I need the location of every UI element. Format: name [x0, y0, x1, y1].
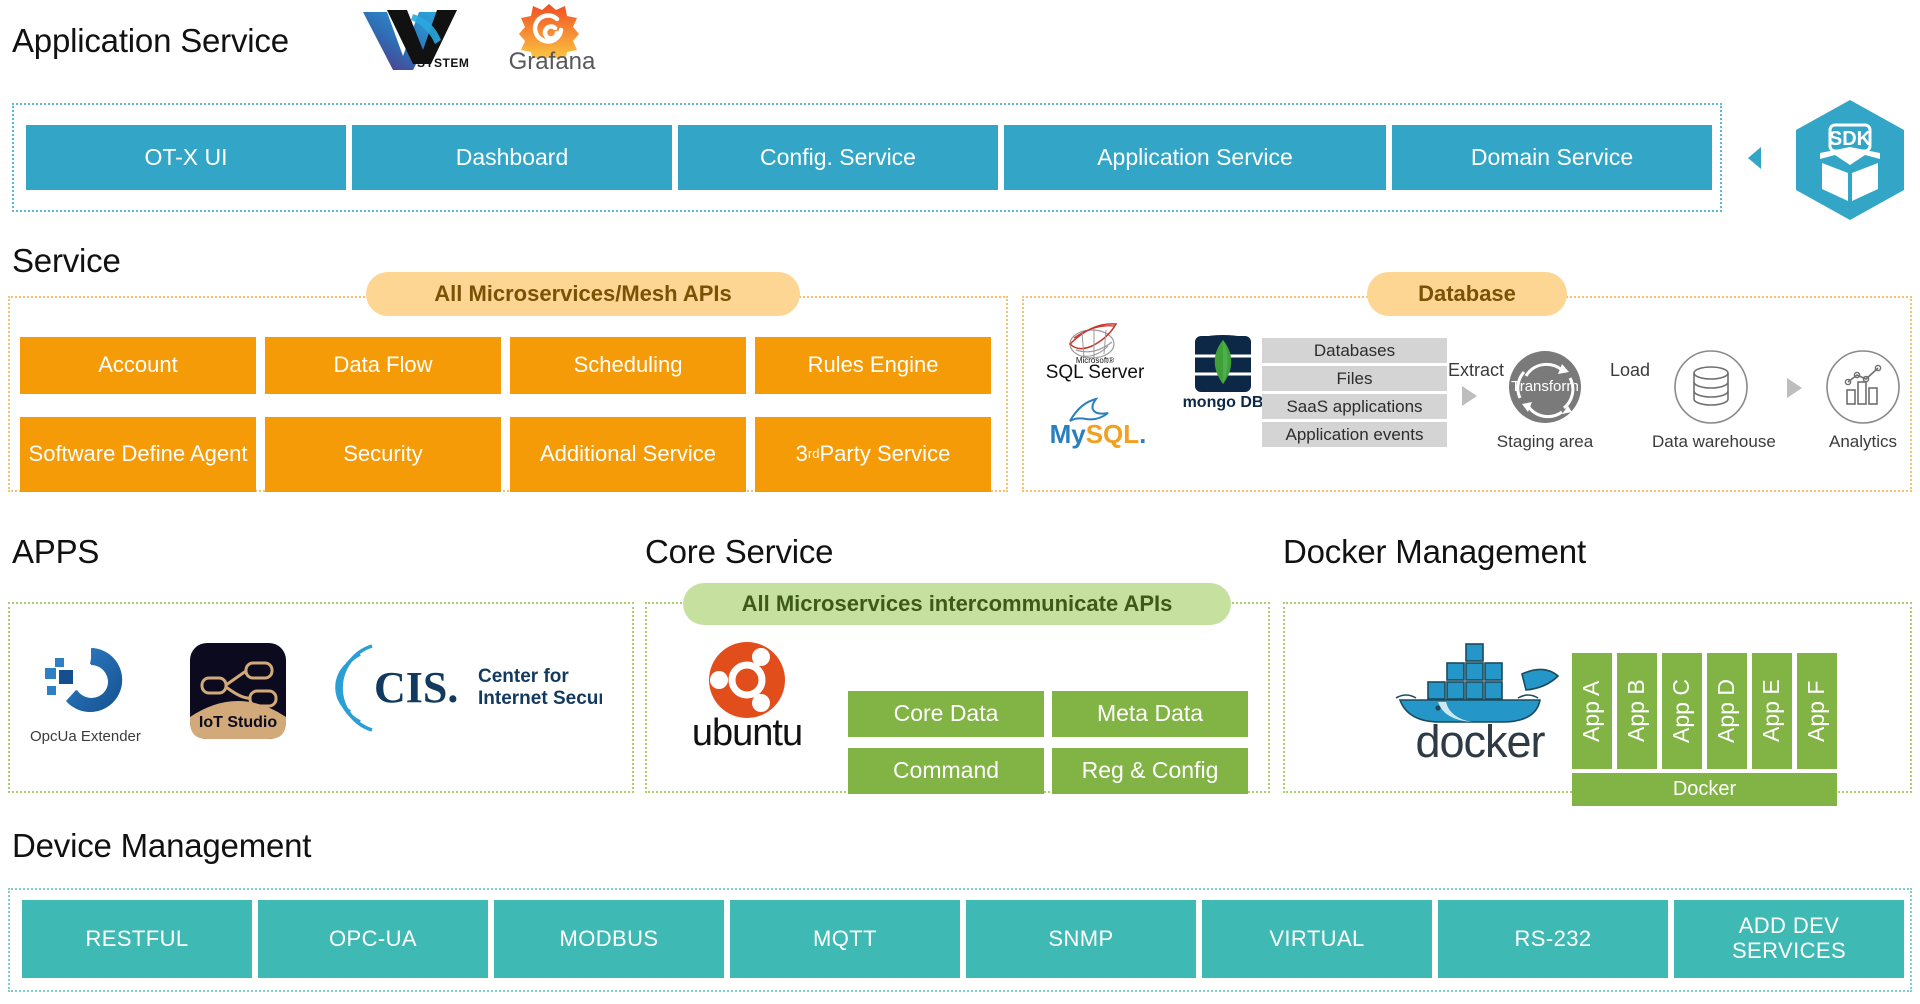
third-party-suffix: Party Service: [819, 441, 951, 467]
service-tile-data-flow[interactable]: Data Flow: [265, 337, 501, 394]
device-management-title: Device Management: [12, 827, 312, 864]
application-service-title: Application Service: [12, 22, 289, 59]
docker-app-c[interactable]: App C: [1662, 653, 1702, 769]
ubuntu-logo: ubuntu: [672, 638, 822, 758]
docker-management-title: Docker Management: [1283, 533, 1586, 570]
add-dev-line2: SERVICES: [1731, 938, 1847, 963]
service-tile-security[interactable]: Security: [265, 417, 501, 492]
grafana-logo-label: Grafana: [508, 48, 596, 75]
service-tile-account[interactable]: Account: [20, 337, 256, 394]
app-tile-application-service[interactable]: Application Service: [1004, 125, 1386, 190]
core-service-pill: All Microservices intercommunicate APIs: [683, 583, 1231, 625]
docker-app-e[interactable]: App E: [1752, 653, 1792, 769]
db-source-databases: Databases: [1262, 338, 1447, 363]
device-tile-modbus[interactable]: MODBUS: [494, 900, 724, 978]
add-dev-line1: ADD DEV: [1738, 913, 1840, 939]
sdk-arrow-icon: [1748, 147, 1761, 169]
service-tile-software-define-agent[interactable]: Software Define Agent: [20, 417, 256, 492]
service-title: Service: [12, 242, 121, 279]
staging-area-icon: Transform: [1506, 348, 1584, 426]
docker-app-f[interactable]: App F: [1797, 653, 1837, 769]
app-tile-config-service[interactable]: Config. Service: [678, 125, 998, 190]
vv-system-logo: SYSTEM: [357, 4, 470, 76]
cis-line2: Internet Security®: [478, 688, 602, 709]
transform-label: Transform: [1511, 378, 1579, 395]
third-party-prefix: 3: [795, 441, 808, 467]
architecture-diagram: Application Service SYSTEM Grafana OT-X …: [0, 0, 1920, 1004]
iot-studio-caption: IoT Studio: [199, 714, 277, 731]
db-source-saas-applications: SaaS applications: [1262, 394, 1447, 419]
database-pill: Database: [1367, 272, 1567, 316]
staging-area-caption: Staging area: [1496, 432, 1594, 451]
db-source-files: Files: [1262, 366, 1447, 391]
mysql-label: MySQL.: [1049, 419, 1147, 449]
cis-line1: Center for: [478, 666, 569, 687]
vv-system-logo-label: SYSTEM: [417, 56, 470, 70]
db-source-application-events: Application events: [1262, 422, 1447, 447]
docker-logo: docker: [1380, 632, 1580, 772]
device-tile-opc-ua[interactable]: OPC-UA: [258, 900, 488, 978]
etl-arrow-2-icon: [1787, 378, 1802, 398]
etl-load-label: Load: [1610, 360, 1651, 380]
service-tile-rules-engine[interactable]: Rules Engine: [755, 337, 991, 394]
cis-abbr: CIS.: [374, 663, 458, 712]
mysql-logo: MySQL.: [1046, 395, 1150, 455]
microsoft-sql-server-logo: Microsoft® SQL Server: [1040, 318, 1150, 390]
opcua-extender-logo[interactable]: OpcUa Extender: [30, 640, 141, 752]
device-tile-add-dev-services[interactable]: ADD DEV SERVICES: [1674, 900, 1904, 978]
device-tile-rs-232[interactable]: RS-232: [1438, 900, 1668, 978]
service-pill: All Microservices/Mesh APIs: [366, 272, 800, 316]
analytics-caption: Analytics: [1828, 432, 1898, 451]
ubuntu-label: ubuntu: [691, 712, 803, 754]
core-tile-command[interactable]: Command: [848, 748, 1044, 794]
docker-base-bar[interactable]: Docker: [1572, 773, 1837, 806]
docker-app-b[interactable]: App B: [1617, 653, 1657, 769]
service-tile-additional-service[interactable]: Additional Service: [510, 417, 746, 492]
etl-arrow-1-icon: [1462, 386, 1477, 406]
service-tile-scheduling[interactable]: Scheduling: [510, 337, 746, 394]
service-tile-3rd-party-service[interactable]: 3rd Party Service: [755, 417, 991, 492]
core-tile-core-data[interactable]: Core Data: [848, 691, 1044, 737]
device-tile-virtual[interactable]: VIRTUAL: [1202, 900, 1432, 978]
core-tile-reg-config[interactable]: Reg & Config: [1052, 748, 1248, 794]
docker-label: docker: [1415, 716, 1545, 767]
opcua-extender-caption: OpcUa Extender: [30, 728, 141, 745]
device-tile-restful[interactable]: RESTFUL: [22, 900, 252, 978]
device-tile-mqtt[interactable]: MQTT: [730, 900, 960, 978]
apps-title: APPS: [12, 533, 100, 570]
data-warehouse-icon: [1672, 348, 1750, 426]
docker-app-a[interactable]: App A: [1572, 653, 1612, 769]
analytics-icon: [1824, 348, 1902, 426]
app-tile-dashboard[interactable]: Dashboard: [352, 125, 672, 190]
sdk-badge-label: SDK: [1829, 128, 1872, 150]
third-party-sup: rd: [807, 446, 820, 462]
core-service-title: Core Service: [645, 533, 834, 570]
app-tile-ot-x-ui[interactable]: OT-X UI: [26, 125, 346, 190]
cis-logo[interactable]: CIS. Center for Internet Security®: [330, 638, 642, 738]
sdk-badge[interactable]: SDK: [1790, 97, 1910, 223]
device-tile-snmp[interactable]: SNMP: [966, 900, 1196, 978]
app-tile-domain-service[interactable]: Domain Service: [1392, 125, 1712, 190]
iot-studio-logo[interactable]: IoT Studio: [190, 643, 286, 739]
grafana-logo: Grafana: [500, 2, 604, 78]
docker-app-d[interactable]: App D: [1707, 653, 1747, 769]
sql-server-label: SQL Server: [1045, 362, 1145, 383]
etl-extract-label: Extract: [1448, 360, 1505, 380]
data-warehouse-caption: Data warehouse: [1652, 432, 1776, 451]
core-tile-meta-data[interactable]: Meta Data: [1052, 691, 1248, 737]
